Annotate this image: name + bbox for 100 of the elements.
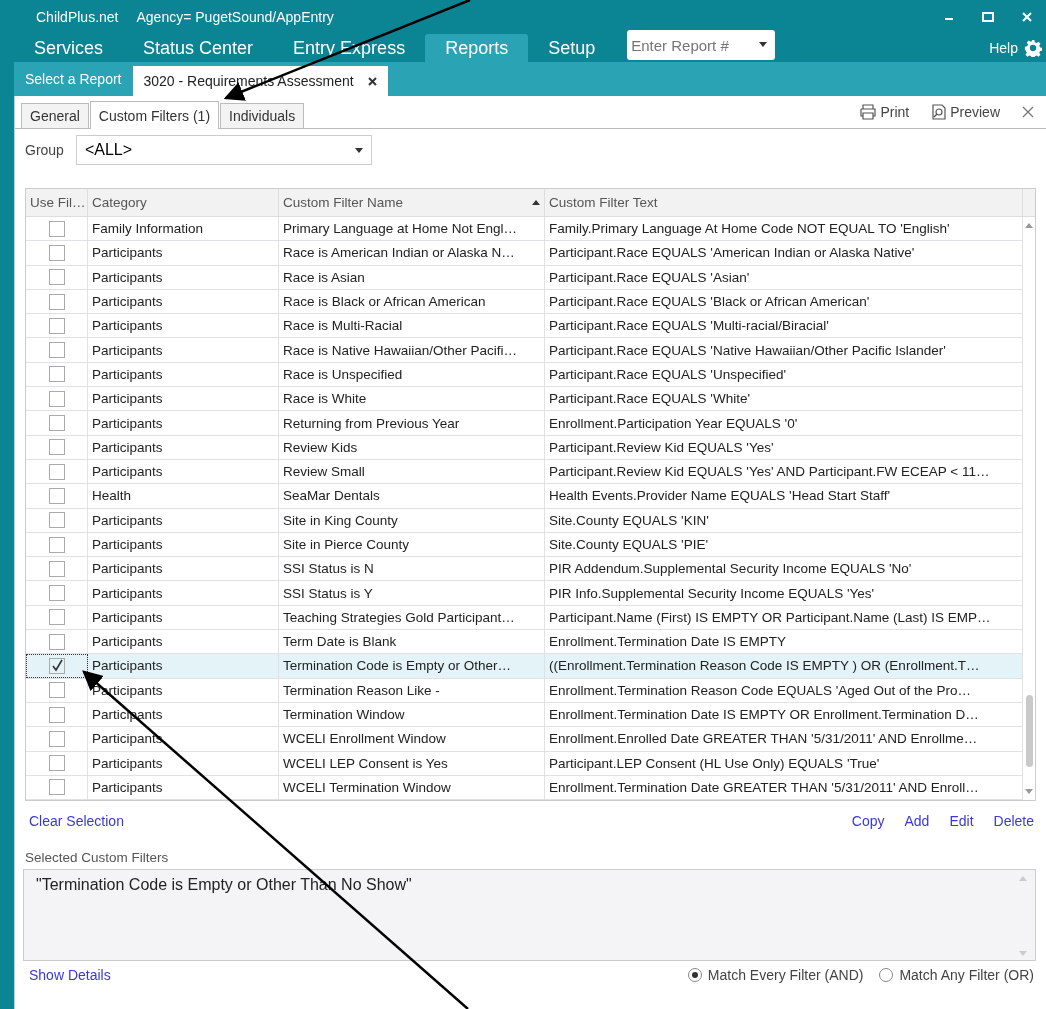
app-title: ChildPlus.net — [36, 9, 119, 25]
group-label: Group — [25, 142, 64, 158]
sub-tab[interactable]: Individuals — [220, 103, 305, 128]
help-link[interactable]: Help — [989, 40, 1018, 56]
checkbox[interactable] — [48, 779, 65, 796]
action-link[interactable]: Edit — [949, 813, 974, 830]
table-cell: Health — [88, 484, 279, 508]
scroll-up-icon[interactable] — [1025, 223, 1033, 228]
action-link[interactable]: Copy — [851, 813, 885, 830]
table-cell: Participant.Race EQUALS 'White' — [545, 387, 1023, 411]
table-cell: Termination Window — [279, 702, 545, 727]
checkbox[interactable] — [48, 366, 65, 383]
table-cell: WCELI Enrollment Window — [279, 727, 545, 751]
table-cell: Review Small — [279, 459, 545, 484]
table-cell: Participants — [88, 362, 279, 387]
checkbox[interactable] — [48, 682, 65, 699]
table-cell: Participants — [88, 435, 279, 459]
table-cell: Participants — [88, 387, 279, 411]
checkbox[interactable] — [48, 512, 65, 529]
table-cell: Enrollment.Enrolled Date GREATER THAN '5/31/2011' AND Enrollme… — [545, 727, 1023, 751]
checkbox[interactable] — [48, 609, 65, 626]
checkbox[interactable] — [48, 390, 65, 407]
scrollbar-thumb[interactable] — [1025, 695, 1033, 768]
preview-icon — [931, 104, 948, 120]
checkbox[interactable] — [48, 317, 65, 334]
table-cell: Participant.Race EQUALS 'Native Hawaiian/Other Pacific Islander' — [545, 338, 1023, 362]
checkbox[interactable] — [48, 755, 65, 772]
sub-tab[interactable]: Custom Filters (1) — [89, 101, 220, 129]
dropdown-icon — [354, 147, 363, 153]
checkbox[interactable] — [48, 585, 65, 602]
radio-option[interactable]: Match Any Filter (OR) — [879, 967, 1034, 984]
table-cell: SeaMar Dentals — [279, 484, 545, 508]
checkbox[interactable] — [48, 706, 65, 723]
table-cell: Participants — [88, 605, 279, 630]
checkbox[interactable] — [48, 342, 65, 359]
table-cell: Participant.Race EQUALS 'Multi-racial/Biracial' — [545, 314, 1023, 338]
table-cell: Family.Primary Language At Home Code NOT EQUAL TO 'English' — [545, 217, 1023, 241]
table-cell: Participant.Race EQUALS 'Asian' — [545, 265, 1023, 289]
checkbox[interactable] — [48, 536, 65, 553]
table-cell: Participants — [88, 508, 279, 532]
checkbox[interactable] — [48, 293, 65, 310]
checkbox[interactable] — [48, 269, 65, 286]
table-cell: Race is Native Hawaiian/Other Pacifi… — [279, 338, 545, 362]
table-cell: Participants — [88, 411, 279, 435]
table-cell: Participants — [88, 581, 279, 605]
checkbox[interactable] — [48, 463, 65, 480]
table-cell: Race is Multi-Racial — [279, 314, 545, 338]
table-cell: Enrollment.Termination Reason Code EQUALS 'Aged Out of the Pro… — [545, 678, 1023, 702]
printer-icon — [859, 104, 878, 120]
print-button[interactable]: Print — [853, 103, 916, 121]
sub-tab[interactable]: General — [21, 103, 89, 128]
close-icon[interactable] — [367, 76, 377, 86]
table-cell: Participants — [88, 459, 279, 484]
radio-option[interactable]: Match Every Filter (AND) — [687, 967, 864, 984]
table-cell: Race is Asian — [279, 265, 545, 289]
checkbox[interactable] — [48, 658, 65, 674]
table-cell: Race is Unspecified — [279, 362, 545, 387]
column-header[interactable]: Category — [88, 189, 279, 216]
checkbox[interactable] — [48, 730, 65, 747]
table-cell: Participants — [88, 338, 279, 362]
checkbox[interactable] — [48, 244, 65, 261]
table-cell: WCELI LEP Consent is Yes — [279, 751, 545, 775]
column-header[interactable]: Custom Filter Name — [279, 189, 545, 216]
show-details-link[interactable]: Show Details — [29, 967, 111, 984]
scroll-down-icon[interactable] — [1019, 951, 1027, 957]
clear-selection-link[interactable]: Clear Selection — [29, 813, 124, 830]
table-cell: Enrollment.Participation Year EQUALS '0' — [545, 411, 1023, 435]
table-cell: Site in King County — [279, 508, 545, 532]
checkbox[interactable] — [48, 487, 65, 504]
preview-button[interactable]: Preview — [925, 103, 1006, 121]
nav-tab[interactable]: Services — [14, 34, 124, 62]
action-link[interactable]: Delete — [993, 813, 1034, 830]
scroll-down-icon[interactable] — [1025, 789, 1033, 795]
table-cell: PIR Addendum.Supplemental Security Income EQUALS 'No' — [545, 557, 1023, 581]
sort-ascending-icon — [532, 200, 540, 205]
table-cell: Participants — [88, 532, 279, 557]
column-header[interactable]: Use Fil… — [26, 189, 88, 216]
group-dropdown[interactable]: <ALL> — [75, 135, 372, 165]
nav-tab[interactable]: Status Center — [123, 34, 274, 62]
table-cell: Teaching Strategies Gold Participant… — [279, 605, 545, 630]
checkbox[interactable] — [48, 439, 65, 456]
maximize-icon[interactable] — [982, 12, 994, 22]
checkbox[interactable] — [48, 560, 65, 577]
nav-tab[interactable]: Setup — [528, 34, 616, 62]
action-link[interactable]: Add — [904, 813, 930, 830]
checkbox[interactable] — [48, 415, 65, 431]
checkbox[interactable] — [48, 220, 65, 237]
table-cell: Participants — [88, 654, 279, 678]
table-cell: Participant.Name (First) IS EMPTY OR Participant.Name (Last) IS EMP… — [545, 605, 1023, 630]
table-cell: Participants — [88, 265, 279, 289]
table-cell: SSI Status is N — [279, 557, 545, 581]
scroll-up-icon[interactable] — [1019, 876, 1027, 882]
table-cell: Primary Language at Home Not Engl… — [279, 217, 545, 241]
column-header[interactable]: Custom Filter Text — [545, 189, 1023, 216]
settings-icon[interactable] — [1024, 39, 1042, 57]
checkbox[interactable] — [48, 633, 65, 650]
table-cell: Family Information — [88, 217, 279, 241]
table-cell: Race is American Indian or Alaska N… — [279, 241, 545, 265]
table-cell: Participant.Review Kid EQUALS 'Yes' AND Participant.FW ECEAP < 11… — [545, 459, 1023, 484]
report-number-field[interactable]: Enter Report # — [627, 30, 776, 60]
